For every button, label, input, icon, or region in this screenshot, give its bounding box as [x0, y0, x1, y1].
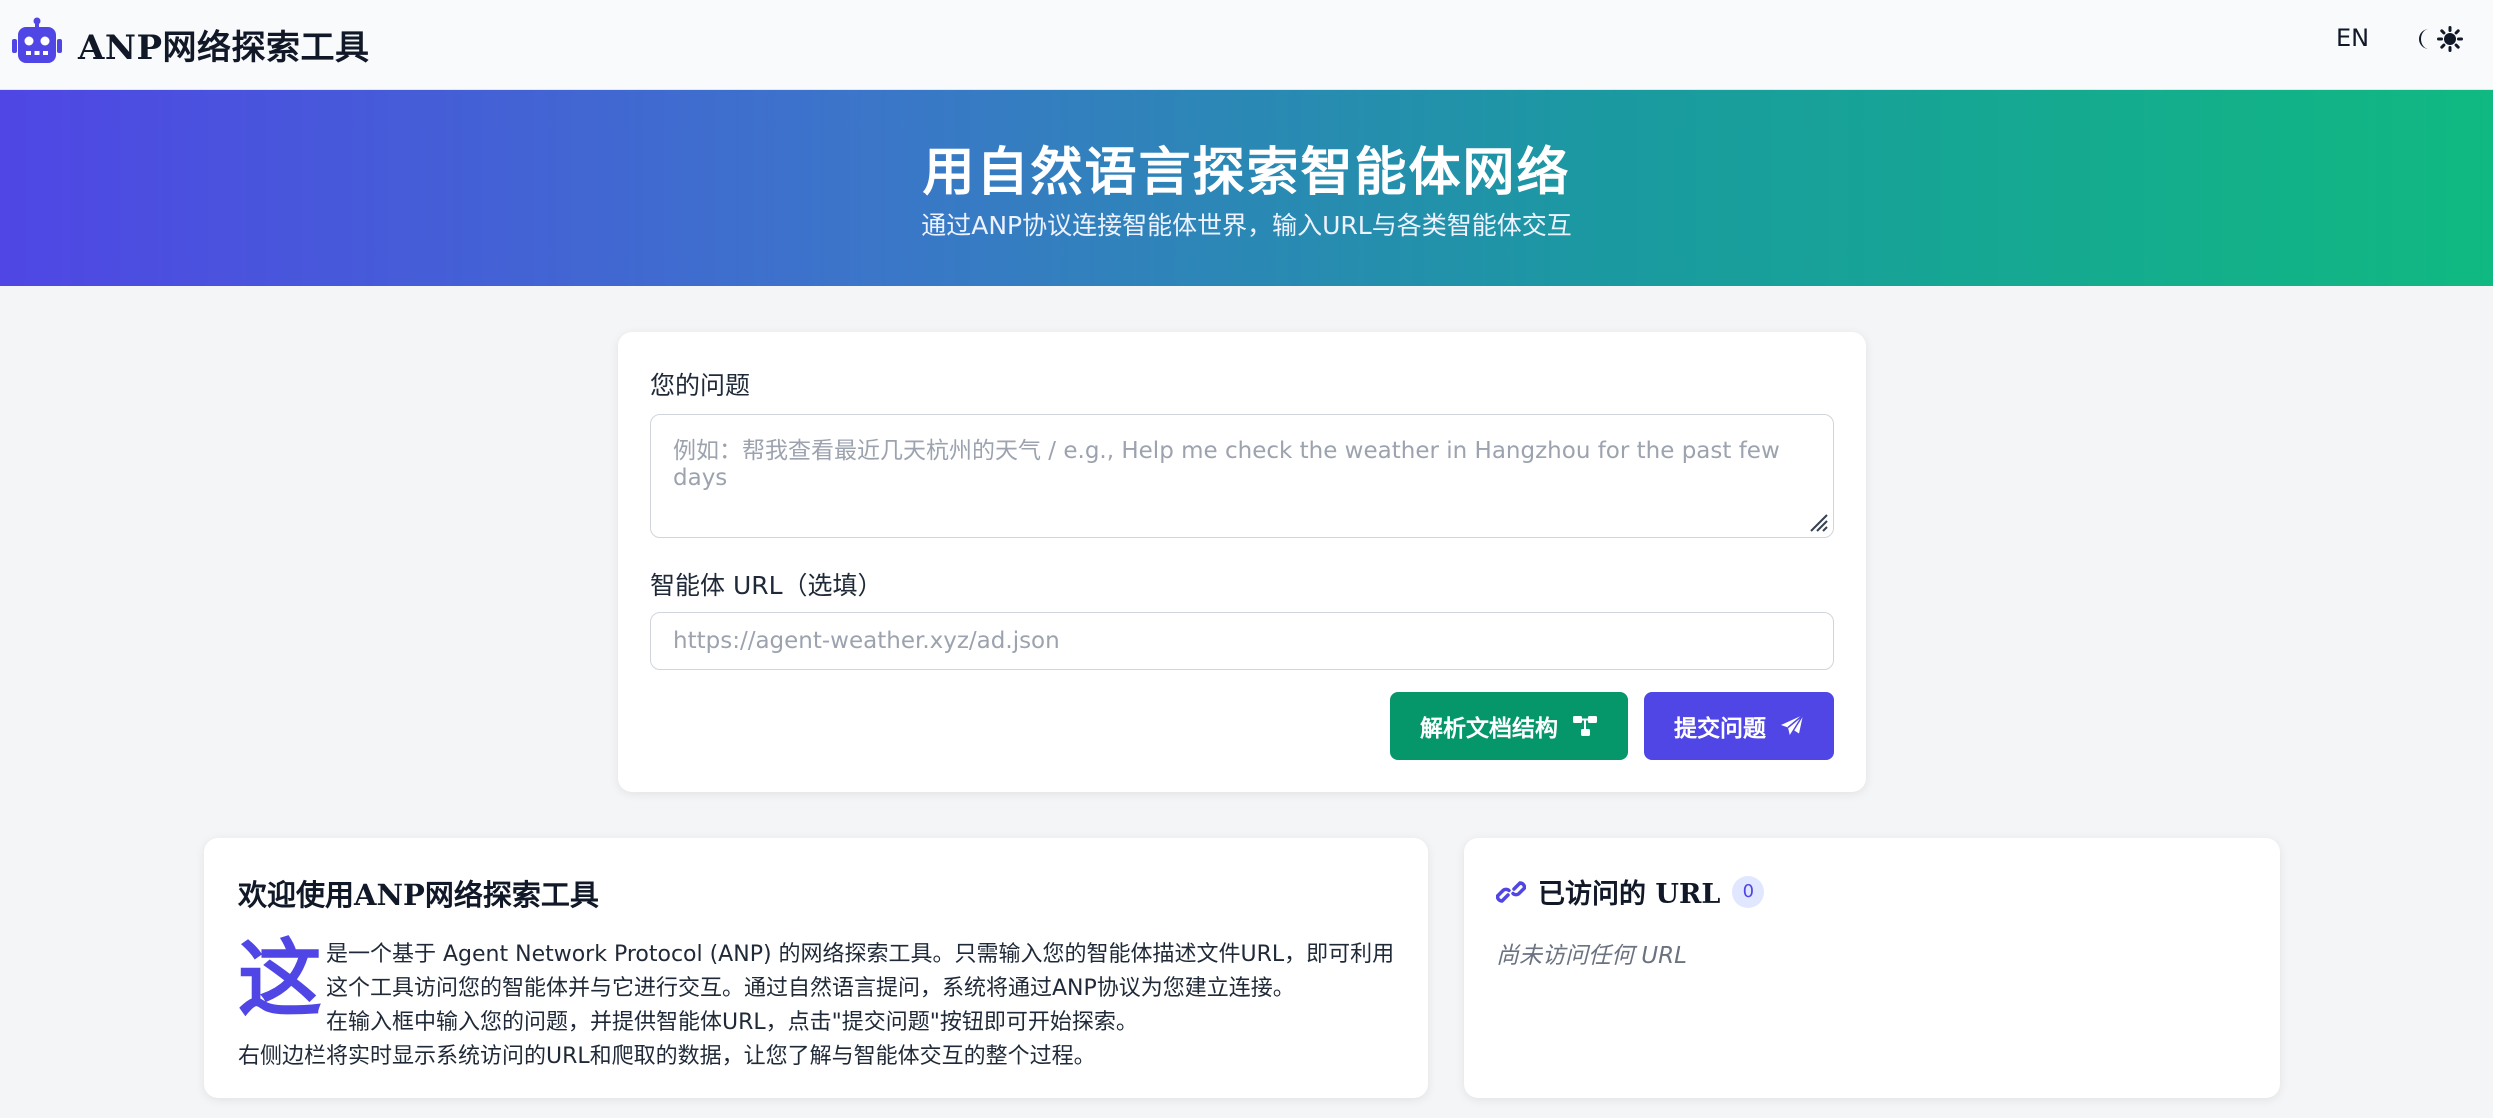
hero-title: 用自然语言探索智能体网络 — [922, 142, 1571, 203]
question-label: 您的问题 — [650, 371, 751, 400]
welcome-card: 欢迎使用ANP网络探索工具 这 是一个基于 Agent Network Prot… — [204, 838, 1428, 1098]
brand[interactable]: ANP网络探索工具 — [10, 14, 370, 74]
welcome-text-line: 这个工具访问您的智能体并与它进行交互。通过自然语言提问，系统将通过ANP协议为您… — [326, 976, 1295, 1001]
welcome-dropcap: 这 — [238, 930, 323, 1028]
submit-button-label: 提交问题 — [1674, 716, 1766, 742]
welcome-text-line: 是一个基于 Agent Network Protocol (ANP) 的网络探索… — [326, 942, 1395, 967]
visited-urls-header: 已访问的 URL 0 — [1496, 872, 1765, 911]
sitemap-icon — [1573, 716, 1597, 736]
submit-question-button[interactable]: 提交问题 — [1644, 692, 1834, 760]
agent-url-label: 智能体 URL（选填） — [650, 571, 883, 600]
parse-document-button[interactable]: 解析文档结构 — [1390, 692, 1628, 760]
language-toggle[interactable]: EN — [2336, 24, 2369, 52]
agent-url-input[interactable]: https://agent-weather.xyz/ad.json — [650, 612, 1834, 670]
welcome-text-line: 右侧边栏将实时显示系统访问的URL和爬取的数据，让您了解与智能体交互的整个过程。 — [238, 1044, 1096, 1069]
visited-empty-message: 尚未访问任何 URL — [1496, 943, 1687, 969]
parse-button-label: 解析文档结构 — [1420, 716, 1558, 742]
question-textarea[interactable]: 例如：帮我查看最近几天杭州的天气 / e.g., Help me check t… — [650, 414, 1834, 538]
question-form-card: 您的问题 例如：帮我查看最近几天杭州的天气 / e.g., Help me ch… — [618, 332, 1866, 792]
welcome-title: 欢迎使用ANP网络探索工具 — [238, 878, 599, 912]
welcome-text-line: 在输入框中输入您的问题，并提供智能体URL，点击"提交问题"按钮即可开始探索。 — [326, 1010, 1138, 1035]
sun-icon — [2437, 26, 2463, 52]
paper-plane-icon — [1781, 714, 1804, 737]
theme-toggle[interactable] — [2415, 26, 2463, 52]
visited-urls-card: 已访问的 URL 0 尚未访问任何 URL — [1464, 838, 2280, 1098]
resize-handle-icon[interactable] — [1807, 511, 1829, 533]
visited-urls-title: 已访问的 URL — [1538, 879, 1721, 910]
app-title: ANP网络探索工具 — [78, 27, 370, 68]
robot-icon — [12, 17, 62, 63]
moon-icon — [2419, 29, 2429, 49]
top-navbar: ANP网络探索工具 EN — [0, 0, 2493, 90]
link-icon — [1496, 880, 1526, 903]
visited-count-badge: 0 — [1732, 875, 1765, 908]
hero-banner: 用自然语言探索智能体网络 通过ANP协议连接智能体世界，输入URL与各类智能体交… — [0, 90, 2493, 286]
question-placeholder: 例如：帮我查看最近几天杭州的天气 / e.g., Help me check t… — [673, 438, 1780, 491]
hero-subtitle: 通过ANP协议连接智能体世界，输入URL与各类智能体交互 — [921, 211, 1572, 240]
